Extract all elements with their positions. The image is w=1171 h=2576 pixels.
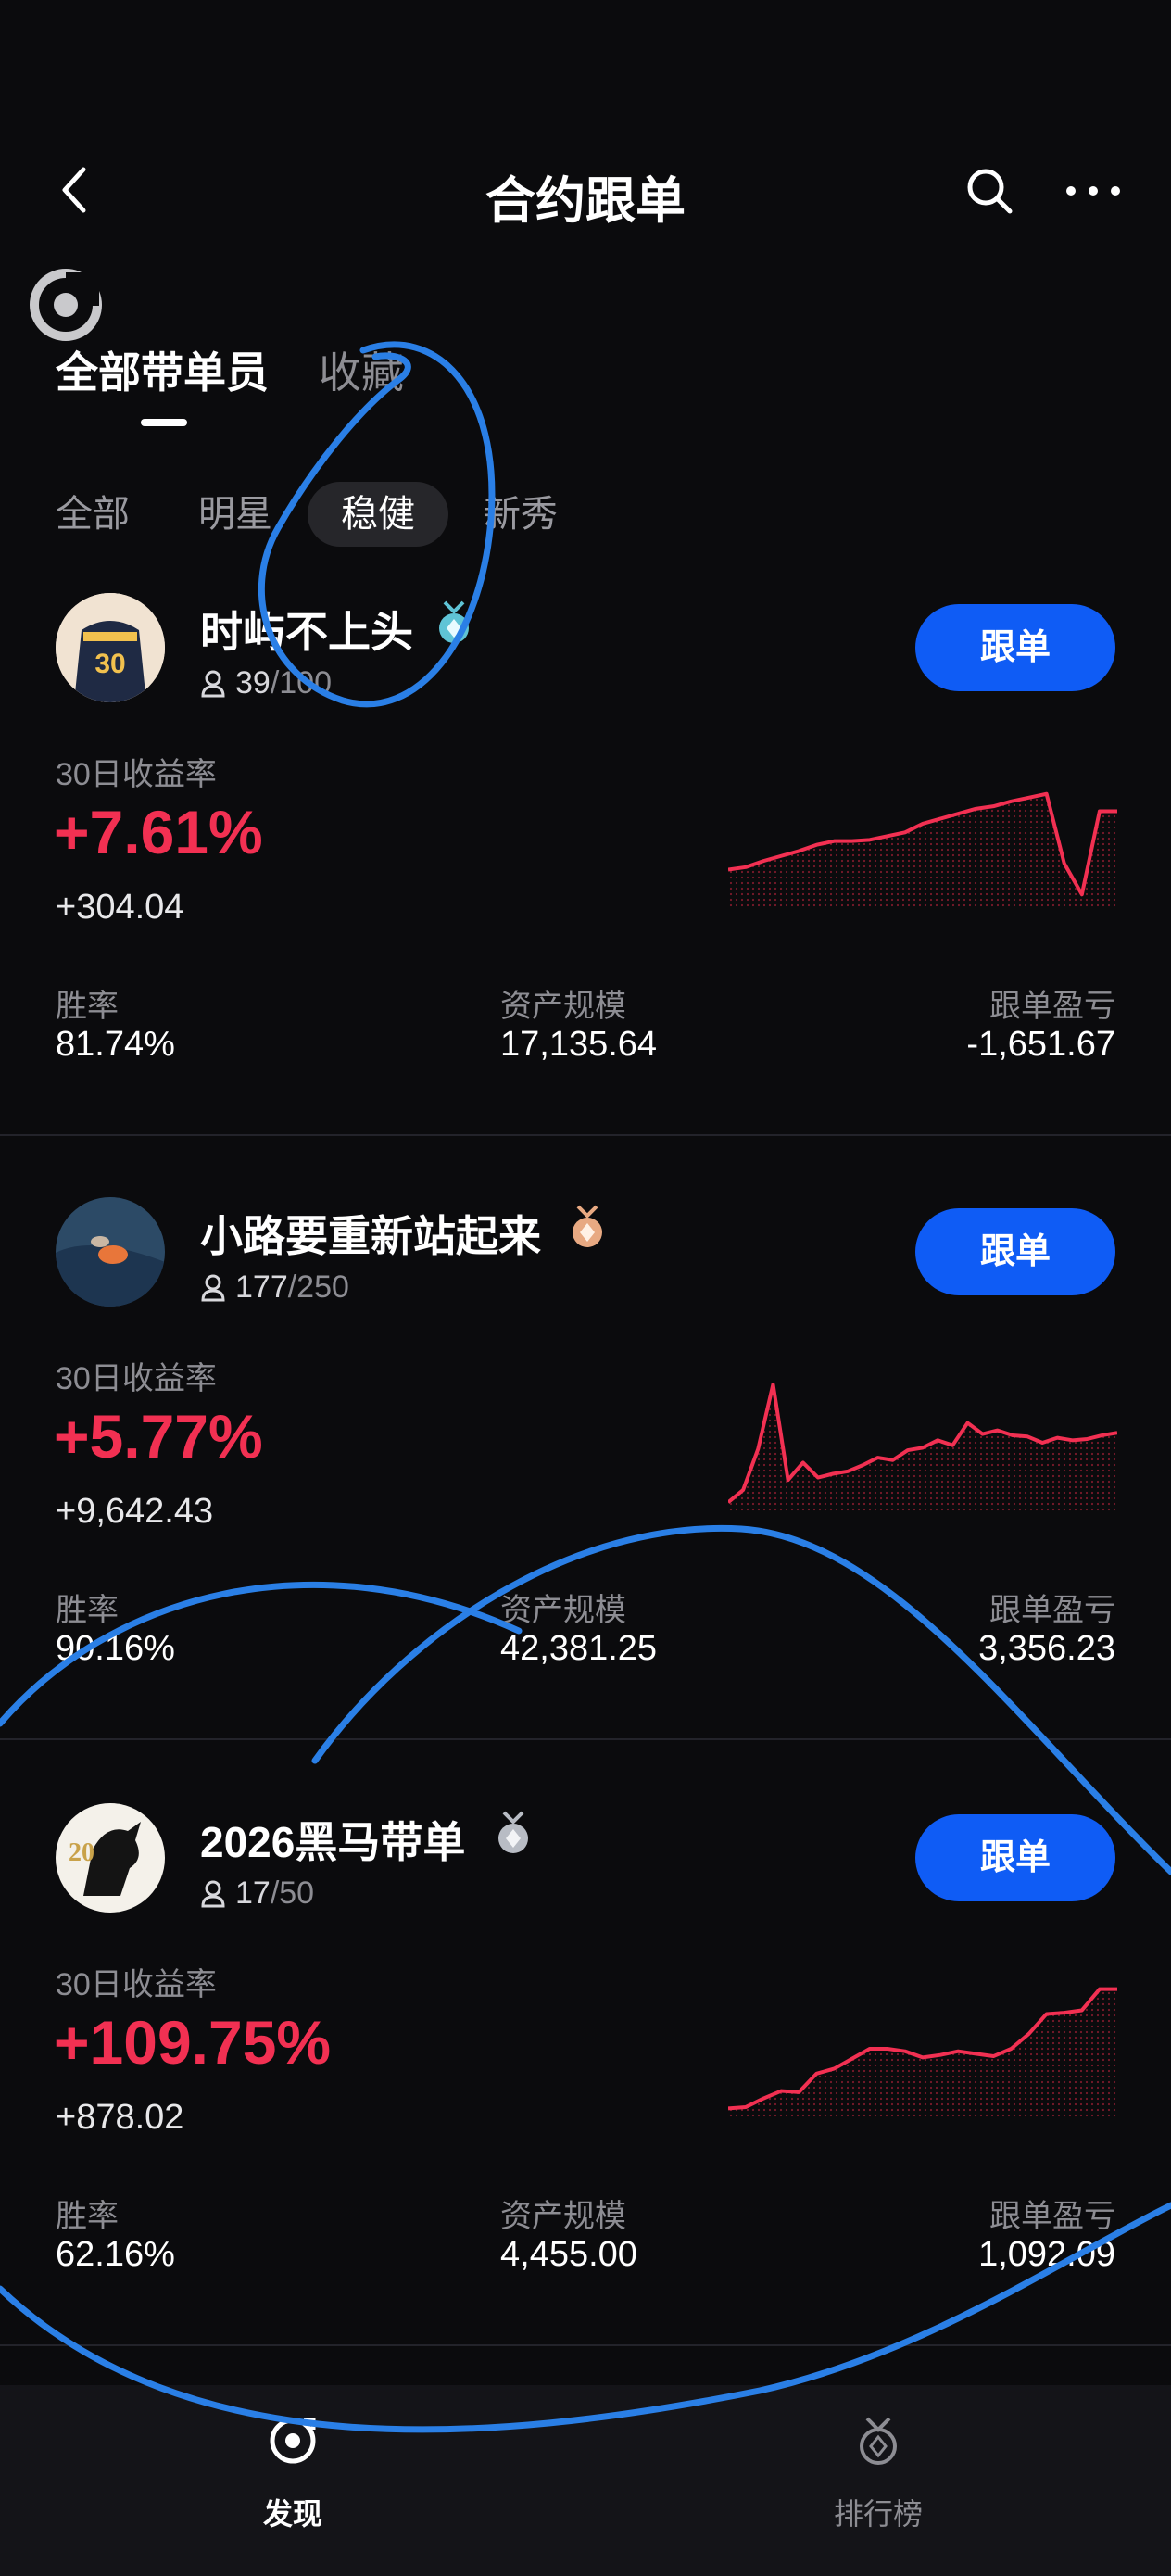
avatar: 20 bbox=[56, 1803, 165, 1913]
discover-icon bbox=[270, 2418, 316, 2464]
trader-name: 2026黑马带单 bbox=[200, 1818, 466, 1866]
win-rate-value: 62.16% bbox=[56, 2235, 175, 2274]
aum-label: 资产规模 bbox=[500, 2199, 626, 2234]
return-label: 30日收益率 bbox=[56, 1361, 217, 1396]
sparkline-chart bbox=[728, 1987, 1117, 2118]
follower-count: 177/250 bbox=[200, 1269, 349, 1306]
copy-pnl-label: 跟单盈亏 bbox=[989, 1593, 1115, 1628]
return-amount: +304.04 bbox=[56, 888, 184, 927]
medal-icon bbox=[860, 2417, 897, 2465]
copy-pnl-value: 3,356.23 bbox=[978, 1629, 1115, 1668]
aum-value: 17,135.64 bbox=[500, 1025, 658, 1064]
sparkline-chart bbox=[728, 1383, 1117, 1512]
trader-name: 小路要重新站起来 bbox=[200, 1212, 541, 1260]
avatar: 30 bbox=[56, 593, 165, 702]
return-amount: +878.02 bbox=[56, 2098, 184, 2137]
svg-text:30: 30 bbox=[94, 649, 125, 679]
more-button[interactable] bbox=[1056, 170, 1130, 211]
return-label: 30日收益率 bbox=[56, 1967, 217, 2002]
bottom-nav bbox=[0, 2385, 1171, 2576]
floating-logo-icon[interactable] bbox=[30, 269, 102, 341]
more-dots-icon bbox=[1066, 186, 1120, 196]
sparkline-area bbox=[728, 793, 1117, 908]
aum-value: 42,381.25 bbox=[500, 1629, 658, 1668]
return-label: 30日收益率 bbox=[56, 757, 217, 792]
follow-button[interactable]: 跟单 bbox=[915, 604, 1115, 691]
filter-star[interactable]: 明星 bbox=[198, 482, 272, 547]
sparkline-chart bbox=[728, 791, 1117, 908]
follower-count: 39/100 bbox=[200, 665, 332, 701]
win-rate-label: 胜率 bbox=[56, 2199, 119, 2234]
nav-leaderboard-label: 排行榜 bbox=[833, 2497, 923, 2531]
svg-text:20: 20 bbox=[69, 1838, 94, 1867]
divider bbox=[0, 1134, 1171, 1136]
avatar bbox=[56, 1197, 165, 1307]
trader-name: 时屿不上头 bbox=[200, 608, 413, 656]
divider bbox=[0, 1738, 1171, 1740]
divider bbox=[0, 2344, 1171, 2346]
win-rate-value: 90.16% bbox=[56, 1629, 175, 1668]
search-button[interactable] bbox=[960, 161, 1019, 221]
user-icon bbox=[201, 1274, 225, 1301]
follow-button[interactable]: 跟单 bbox=[915, 1814, 1115, 1901]
win-rate-label: 胜率 bbox=[56, 1593, 119, 1628]
medal-icon bbox=[567, 1205, 608, 1249]
follower-count: 17/50 bbox=[200, 1875, 314, 1912]
trader-card[interactable]: 30 时屿不上头 39/100 跟单 30日收益率 +7.61% +304.04… bbox=[0, 593, 1171, 1197]
follower-total: /250 bbox=[287, 1269, 349, 1305]
copy-pnl-value: -1,651.67 bbox=[966, 1025, 1115, 1064]
follower-current: 17 bbox=[235, 1875, 271, 1911]
return-amount: +9,642.43 bbox=[56, 1492, 214, 1531]
follower-total: /100 bbox=[270, 665, 333, 701]
user-icon bbox=[201, 1880, 225, 1907]
filter-rookie[interactable]: 新秀 bbox=[484, 482, 558, 547]
medal-icon bbox=[493, 1811, 534, 1855]
win-rate-label: 胜率 bbox=[56, 989, 119, 1024]
follower-current: 39 bbox=[235, 665, 271, 701]
copy-pnl-label: 跟单盈亏 bbox=[989, 2199, 1115, 2234]
filter-steady[interactable]: 稳健 bbox=[308, 482, 448, 547]
win-rate-value: 81.74% bbox=[56, 1025, 175, 1064]
user-icon bbox=[201, 670, 225, 697]
return-percent: +109.75% bbox=[54, 2008, 332, 2077]
aum-value: 4,455.00 bbox=[500, 2235, 637, 2274]
follower-current: 177 bbox=[235, 1269, 288, 1305]
search-icon bbox=[967, 169, 1013, 214]
trader-card[interactable]: 小路要重新站起来 177/250 跟单 30日收益率 +5.77% +9,642… bbox=[0, 1197, 1171, 1801]
aum-label: 资产规模 bbox=[500, 989, 626, 1024]
filter-all[interactable]: 全部 bbox=[56, 482, 130, 547]
aum-label: 资产规模 bbox=[500, 1593, 626, 1628]
return-percent: +5.77% bbox=[54, 1402, 263, 1471]
nav-discover-label: 发现 bbox=[262, 2497, 322, 2531]
copy-pnl-label: 跟单盈亏 bbox=[989, 989, 1115, 1024]
tab-favorites[interactable]: 收藏 bbox=[319, 339, 404, 400]
follower-total: /50 bbox=[270, 1875, 315, 1911]
sparkline-area bbox=[728, 1989, 1117, 2118]
tab-indicator bbox=[141, 419, 187, 426]
medal-icon bbox=[434, 600, 474, 645]
trader-card[interactable]: 20 2026黑马带单 17/50 跟单 30日收益率 +109.75% +87… bbox=[0, 1803, 1171, 2407]
copy-pnl-value: 1,092.09 bbox=[978, 2235, 1115, 2274]
follow-button[interactable]: 跟单 bbox=[915, 1208, 1115, 1295]
return-percent: +7.61% bbox=[54, 798, 263, 866]
tab-all-traders[interactable]: 全部带单员 bbox=[56, 339, 269, 400]
